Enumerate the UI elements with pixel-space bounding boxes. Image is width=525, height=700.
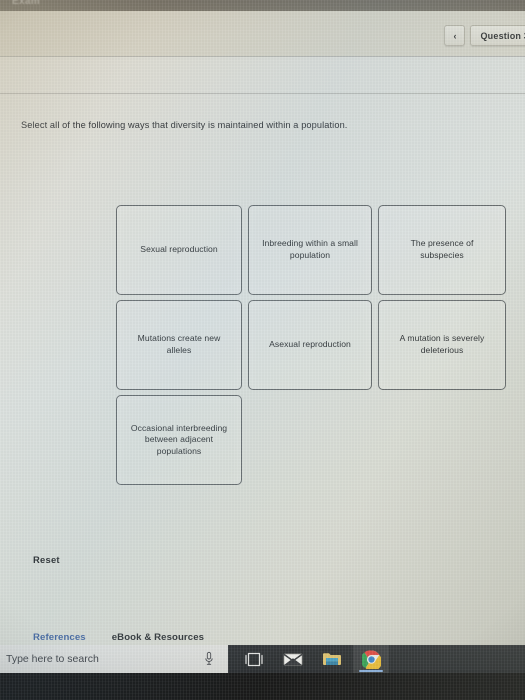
search-input-placeholder: Type here to search bbox=[6, 653, 99, 665]
question-indicator-button[interactable]: Question 3 bbox=[470, 25, 525, 46]
answer-choice-label: Sexual reproduction bbox=[140, 244, 218, 255]
browser-window: Exam ‹ Question 3 Select all of the foll… bbox=[0, 0, 525, 673]
task-view-icon[interactable] bbox=[236, 645, 272, 673]
microphone-icon[interactable] bbox=[204, 651, 214, 667]
answer-choice-presence-of-subspecies[interactable]: The presence of subspecies bbox=[378, 205, 506, 295]
taskbar-tray bbox=[228, 645, 525, 673]
answer-choice-label: Occasional interbreeding between adjacen… bbox=[130, 422, 228, 456]
browser-tab-strip[interactable]: Exam bbox=[0, 0, 525, 11]
footer-links: References eBook & Resources bbox=[33, 632, 204, 643]
answer-choice-mutation-severely-deleterious[interactable]: A mutation is severely deleterious bbox=[378, 300, 506, 390]
toolbar-divider-bottom bbox=[0, 93, 525, 94]
previous-question-button[interactable]: ‹ bbox=[444, 25, 466, 46]
answer-choice-label: Mutations create new alleles bbox=[137, 333, 221, 355]
answer-choice-occasional-interbreeding[interactable]: Occasional interbreeding between adjacen… bbox=[116, 395, 242, 485]
answer-choice-sexual-reproduction[interactable]: Sexual reproduction bbox=[116, 205, 242, 295]
file-explorer-icon[interactable] bbox=[314, 645, 350, 673]
chevron-left-icon: ‹ bbox=[453, 30, 457, 41]
references-link[interactable]: References bbox=[33, 632, 86, 643]
question-navigation: ‹ Question 3 bbox=[444, 25, 525, 46]
answer-choice-label: A mutation is severely deleterious bbox=[399, 333, 485, 355]
answer-choice-label: Inbreeding within a small population bbox=[262, 238, 358, 260]
reset-button[interactable]: Reset bbox=[33, 554, 60, 565]
laptop-bezel bbox=[0, 673, 525, 700]
photographed-screen: Exam ‹ Question 3 Select all of the foll… bbox=[0, 0, 525, 700]
ebook-resources-link[interactable]: eBook & Resources bbox=[112, 632, 204, 643]
toolbar-divider-top bbox=[0, 56, 525, 57]
mail-icon[interactable] bbox=[275, 645, 311, 673]
answer-choice-label: Asexual reproduction bbox=[269, 339, 351, 350]
question-indicator-label: Question 3 bbox=[480, 30, 525, 41]
answer-choice-row: Mutations create new alleles Asexual rep… bbox=[116, 300, 508, 390]
answer-choice-inbreeding-small-population[interactable]: Inbreeding within a small population bbox=[248, 205, 372, 295]
taskbar-search-box[interactable]: Type here to search bbox=[0, 645, 228, 673]
chrome-icon[interactable] bbox=[353, 645, 389, 673]
answer-choice-asexual-reproduction[interactable]: Asexual reproduction bbox=[248, 300, 372, 390]
windows-taskbar: Type here to search bbox=[0, 645, 525, 673]
answer-choice-row: Occasional interbreeding between adjacen… bbox=[116, 395, 508, 485]
answer-choice-mutations-create-new-alleles[interactable]: Mutations create new alleles bbox=[116, 300, 242, 390]
answer-choice-grid: Sexual reproduction Inbreeding within a … bbox=[116, 205, 508, 490]
question-prompt: Select all of the following ways that di… bbox=[21, 120, 348, 130]
answer-choice-row: Sexual reproduction Inbreeding within a … bbox=[116, 205, 508, 295]
browser-tab-label: Exam bbox=[12, 0, 40, 7]
answer-choice-label: The presence of subspecies bbox=[410, 238, 474, 260]
